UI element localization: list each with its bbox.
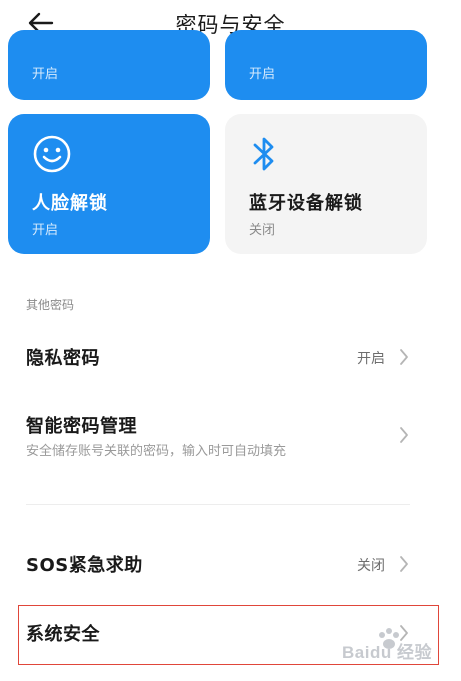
tile-top-right-status: 开启 — [249, 67, 276, 82]
tile-bluetooth-unlock[interactable]: 蓝牙设备解锁 关闭 — [225, 114, 427, 254]
chevron-right-icon — [400, 556, 408, 572]
divider — [26, 504, 410, 505]
row-privacy-password[interactable]: 隐私密码 开启 — [0, 330, 461, 386]
baidu-watermark: Baidu 经验 — [340, 626, 450, 666]
tile-top-right[interactable]: 开启 — [225, 30, 427, 100]
tile-bluetooth-unlock-status: 关闭 — [249, 223, 276, 238]
row-smart-password-subtitle: 安全储存账号关联的密码，输入时可自动填充 — [26, 444, 287, 459]
smiley-icon — [33, 135, 71, 173]
password-security-page: 密码与安全 开启 开启 人脸解锁 开启 蓝牙设备解锁 关闭 其他密码 隐私密码 … — [0, 0, 461, 681]
section-label-other-passwords: 其他密码 — [26, 298, 75, 312]
tile-bluetooth-unlock-title: 蓝牙设备解锁 — [249, 193, 363, 214]
tile-face-unlock[interactable]: 人脸解锁 开启 — [8, 114, 210, 254]
row-smart-password-title: 智能密码管理 — [26, 416, 137, 437]
tile-face-unlock-status: 开启 — [32, 223, 59, 238]
row-sos[interactable]: SOS紧急求助 关闭 — [0, 536, 461, 592]
chevron-right-icon — [400, 349, 408, 365]
watermark-text: Baidu 经验 — [342, 643, 432, 662]
tile-face-unlock-title: 人脸解锁 — [32, 193, 108, 214]
row-sos-title: SOS紧急求助 — [26, 555, 143, 576]
bluetooth-icon — [253, 137, 274, 171]
chevron-right-icon — [400, 427, 408, 443]
tile-top-left-status: 开启 — [32, 67, 59, 82]
row-privacy-password-value: 开启 — [357, 351, 385, 367]
tile-top-left[interactable]: 开启 — [8, 30, 210, 100]
row-smart-password[interactable]: 智能密码管理 安全储存账号关联的密码，输入时可自动填充 — [0, 398, 461, 474]
row-sos-value: 关闭 — [357, 558, 385, 574]
row-privacy-password-title: 隐私密码 — [26, 348, 100, 369]
